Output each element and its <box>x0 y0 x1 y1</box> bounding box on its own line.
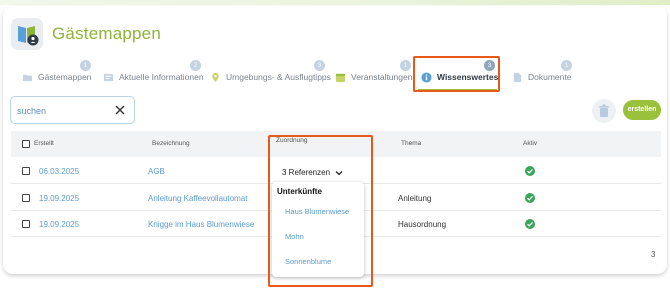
app-logo-icon <box>11 18 43 50</box>
tab-label: Veranstaltungen <box>351 72 413 82</box>
row-topic: Hausordnung <box>398 220 447 229</box>
calendar-icon <box>335 73 346 82</box>
column-header-active: Aktiv <box>523 140 538 147</box>
row-name[interactable]: Knigge im Haus Blumenwiese <box>148 220 254 229</box>
search-input[interactable] <box>17 103 112 119</box>
trash-icon <box>599 104 609 117</box>
select-all-checkbox[interactable] <box>22 140 30 148</box>
highlight-box-references <box>268 135 373 287</box>
create-button[interactable]: erstellen <box>623 100 661 120</box>
folder-icon <box>22 74 33 81</box>
tab-badge: 1 <box>400 60 411 71</box>
row-created[interactable]: 06.03.2025 <box>39 167 79 176</box>
tab-label: Gästemappen <box>38 72 92 82</box>
tab-aktuelle-informationen[interactable]: Aktuelle Informationen <box>103 66 204 88</box>
delete-button[interactable] <box>592 99 616 123</box>
active-check-icon <box>525 219 535 229</box>
row-name[interactable]: Anleitung Kaffeevollautomat <box>148 194 247 203</box>
tab-umgebungs-ausflugtipps[interactable]: Umgebungs- & Ausflugtipps <box>210 66 331 88</box>
row-name[interactable]: AGB <box>148 167 165 176</box>
highlight-box-tab <box>413 56 500 92</box>
search-box <box>10 96 135 124</box>
map-pin-icon <box>212 72 219 82</box>
row-created[interactable]: 19.09.2025 <box>39 220 79 229</box>
info-card-icon <box>103 73 114 81</box>
column-header-topic[interactable]: Thema <box>401 140 421 147</box>
row-checkbox[interactable] <box>22 194 30 202</box>
tab-badge: 2 <box>190 60 201 71</box>
row-checkbox[interactable] <box>22 220 30 228</box>
row-checkbox[interactable] <box>22 167 30 175</box>
column-header-name[interactable]: Bezeichnung <box>152 140 190 147</box>
column-header-created[interactable]: Erstellt <box>34 140 54 147</box>
app-title: Gästemappen <box>52 24 161 43</box>
tab-badge: 1 <box>80 60 91 71</box>
tab-label: Aktuelle Informationen <box>119 72 204 82</box>
active-check-icon <box>525 193 535 203</box>
clear-icon[interactable] <box>114 104 126 116</box>
document-icon <box>513 72 522 82</box>
pagination-total: 3 <box>651 250 656 259</box>
active-check-icon <box>525 166 535 176</box>
tab-label: Umgebungs- & Ausflugtipps <box>226 72 331 82</box>
tab-label: Dokumente <box>528 72 572 82</box>
row-created[interactable]: 19.09.2025 <box>39 194 79 203</box>
top-accent-line <box>0 0 670 5</box>
tab-badge: 1 <box>561 60 572 71</box>
row-topic: Anleitung <box>398 194 432 203</box>
tab-badge: 3 <box>314 60 325 71</box>
tab-bar: Gästemappen 1 Aktuelle Informationen 2 U… <box>0 60 670 96</box>
